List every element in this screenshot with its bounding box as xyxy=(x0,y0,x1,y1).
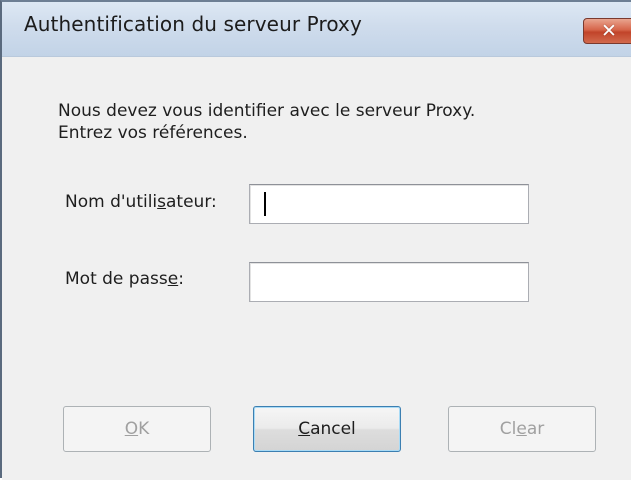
clear-button[interactable]: Clear xyxy=(448,406,596,452)
close-button[interactable]: ✕ xyxy=(583,18,631,44)
text-caret xyxy=(264,192,266,216)
username-input[interactable] xyxy=(249,184,529,224)
close-icon: ✕ xyxy=(601,20,617,42)
title-bar[interactable]: Authentification du serveur Proxy ✕ xyxy=(2,2,631,57)
password-input[interactable] xyxy=(249,262,529,302)
instruction-message: Nous devez vous identifier avec le serve… xyxy=(58,100,475,144)
instruction-line-2: Entrez vos références. xyxy=(58,123,248,143)
cancel-button[interactable]: Cancel xyxy=(253,406,401,452)
proxy-auth-dialog: Authentification du serveur Proxy ✕ Nous… xyxy=(0,0,631,480)
window-title: Authentification du serveur Proxy xyxy=(24,12,362,36)
ok-button[interactable]: OK xyxy=(63,406,211,452)
password-label: Mot de passe: xyxy=(65,269,184,289)
username-label: Nom d'utilisateur: xyxy=(65,192,217,212)
instruction-line-1: Nous devez vous identifier avec le serve… xyxy=(58,101,476,121)
